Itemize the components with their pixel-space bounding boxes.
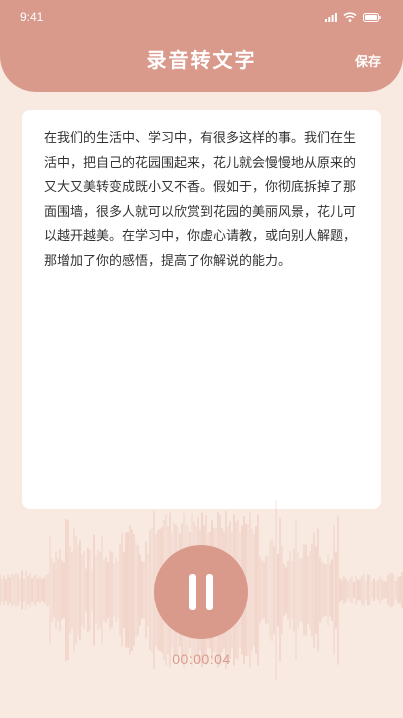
transcript-card: 在我们的生活中、学习中，有很多这样的事。我们在生活中，把自己的花园围起来，花儿就…: [22, 110, 381, 509]
pause-button[interactable]: [154, 545, 248, 639]
app-header: 9:41 录音转文字 保存: [0, 0, 403, 92]
status-bar: 9:41: [0, 0, 403, 34]
elapsed-timer: 00:00:04: [172, 651, 231, 667]
status-time: 9:41: [20, 10, 44, 24]
signal-icon: [325, 12, 337, 22]
battery-icon: [363, 12, 381, 22]
transcript-text: 在我们的生活中、学习中，有很多这样的事。我们在生活中，把自己的花园围起来，花儿就…: [44, 131, 357, 269]
wifi-icon: [343, 12, 357, 22]
pause-icon: [184, 574, 218, 610]
save-button[interactable]: 保存: [355, 51, 381, 70]
status-icons: [325, 12, 381, 22]
page-title: 录音转文字: [146, 48, 257, 72]
